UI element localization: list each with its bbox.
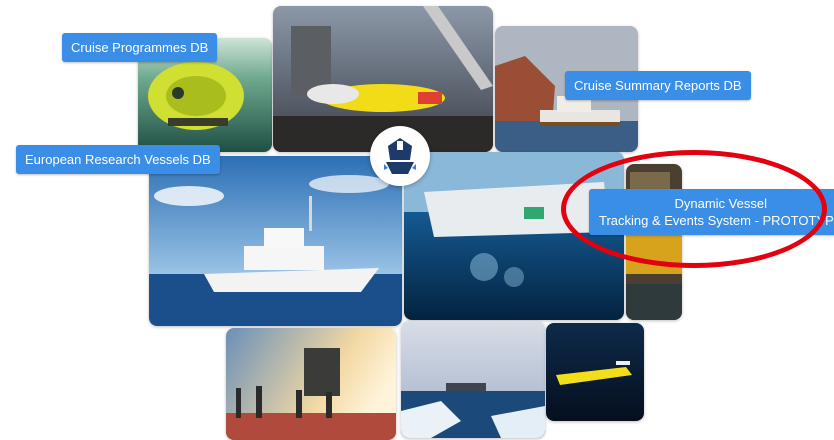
cruise-summary-reports-label: Cruise Summary Reports DB (574, 78, 742, 93)
cruise-programmes-db-button[interactable]: Cruise Programmes DB (62, 33, 218, 62)
dynamic-vessel-tracking-button[interactable]: Dynamic Vessel Tracking & Events System … (589, 189, 834, 235)
cruise-programmes-label: Cruise Programmes DB (71, 40, 209, 55)
european-research-vessels-label: European Research Vessels DB (25, 152, 211, 167)
underwater-view-ship-photo[interactable] (404, 152, 624, 320)
white-research-ship-photo[interactable] (149, 156, 402, 326)
european-research-vessels-db-button[interactable]: European Research Vessels DB (16, 145, 220, 174)
ship-icon (384, 138, 416, 174)
lab-equipment-photo[interactable] (626, 164, 682, 320)
ship-emblem-logo (370, 126, 430, 186)
crew-deploying-instrument-photo[interactable] (226, 328, 396, 440)
cruise-summary-reports-db-button[interactable]: Cruise Summary Reports DB (565, 71, 751, 100)
icebreaker-in-ice-photo[interactable] (401, 321, 545, 438)
yellow-glider-underwater-photo[interactable] (546, 323, 644, 421)
dynamic-vessel-line2: Tracking & Events System - PROTOTYPE (599, 213, 834, 228)
dynamic-vessel-line1: Dynamic Vessel (674, 196, 767, 211)
